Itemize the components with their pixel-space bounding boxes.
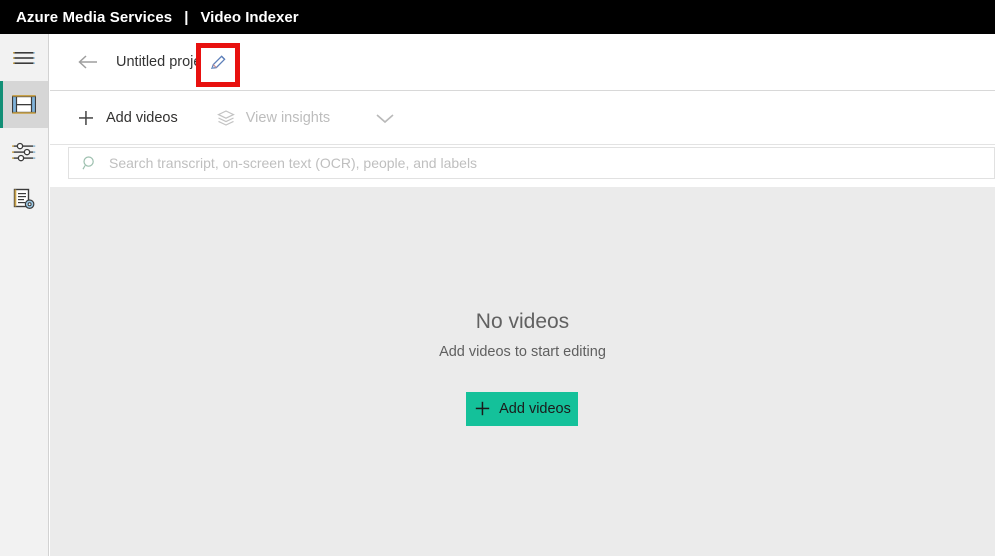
brand-title: Azure Media Services: [16, 8, 173, 26]
videos-canvas: No videos Add videos to start editing Ad…: [50, 187, 995, 556]
add-videos-toolbar-label: Add videos: [106, 109, 178, 126]
search-box[interactable]: [68, 147, 995, 179]
plus-icon: [76, 108, 96, 128]
rail-item-settings[interactable]: [0, 128, 48, 175]
plus-icon: [474, 401, 490, 417]
add-videos-primary-button[interactable]: Add videos: [466, 391, 579, 426]
main-panel: Untitled project Add videos View insight…: [50, 34, 995, 556]
app-title: Video Indexer: [200, 8, 299, 26]
search-icon: [81, 154, 99, 172]
edit-project-name-highlight: [196, 43, 240, 87]
film-strip-icon: [12, 95, 36, 114]
search-input[interactable]: [109, 155, 994, 171]
view-insights-toolbar-label: View insights: [245, 109, 331, 126]
view-insights-toolbar-button[interactable]: View insights: [216, 101, 330, 135]
sliders-icon: [12, 142, 36, 162]
empty-state-subtitle: Add videos to start editing: [439, 343, 606, 360]
document-gear-icon: [13, 188, 36, 210]
search-row: [50, 145, 995, 181]
brand-separator: |: [184, 8, 189, 26]
project-title-bar: Untitled project: [50, 34, 995, 91]
empty-state: No videos Add videos to start editing Ad…: [439, 310, 606, 426]
project-toolbar: Add videos View insights: [50, 91, 995, 145]
left-nav-rail: [0, 34, 49, 556]
add-videos-primary-label: Add videos: [499, 400, 571, 417]
top-app-bar: Azure Media Services | Video Indexer: [0, 0, 995, 34]
rail-item-model-customization[interactable]: [0, 175, 48, 222]
pencil-icon[interactable]: [209, 53, 228, 77]
rail-item-menu[interactable]: [0, 34, 48, 81]
hamburger-menu-icon: [13, 50, 35, 66]
add-videos-toolbar-button[interactable]: Add videos: [76, 101, 178, 135]
chevron-down-icon[interactable]: [372, 105, 398, 131]
app-root: Azure Media Services | Video Indexer Unt…: [0, 0, 995, 556]
layers-icon: [216, 108, 236, 128]
empty-state-title: No videos: [475, 309, 570, 333]
back-arrow-icon[interactable]: [78, 52, 98, 72]
rail-item-media[interactable]: [0, 81, 48, 128]
